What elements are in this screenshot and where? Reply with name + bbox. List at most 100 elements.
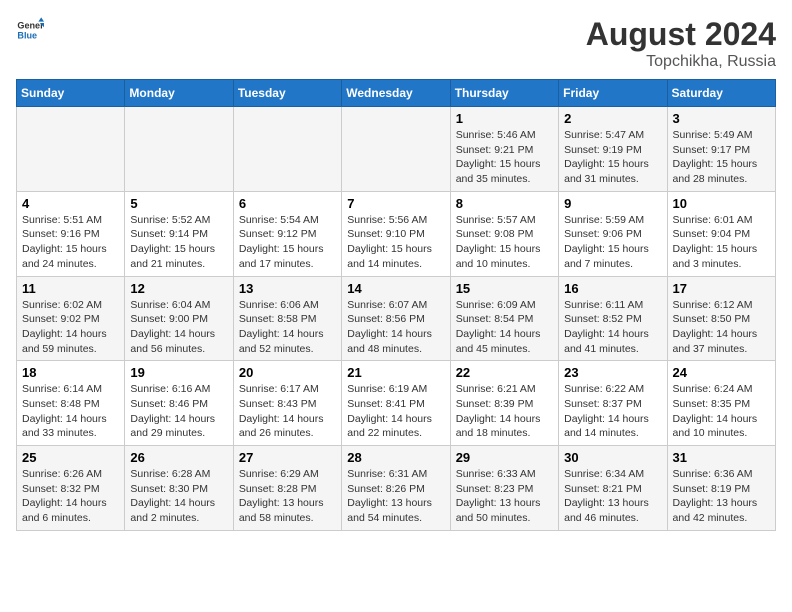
day-number: 30: [564, 450, 661, 465]
day-info: Sunrise: 5:59 AM Sunset: 9:06 PM Dayligh…: [564, 213, 661, 272]
table-row: [342, 107, 450, 192]
table-row: 28 Sunrise: 6:31 AM Sunset: 8:26 PM Dayli…: [342, 446, 450, 531]
page-header: General Blue August 2024 Topchikha, Russ…: [16, 16, 776, 71]
day-number: 26: [130, 450, 227, 465]
table-row: 4 Sunrise: 5:51 AM Sunset: 9:16 PM Daylig…: [17, 191, 125, 276]
day-number: 24: [673, 365, 770, 380]
table-row: 14Sunrise: 6:07 AM Sunset: 8:56 PM Dayli…: [342, 276, 450, 361]
day-info: Sunrise: 6:12 AM Sunset: 8:50 PM Dayligh…: [673, 298, 770, 357]
calendar-week-row: 4 Sunrise: 5:51 AM Sunset: 9:16 PM Daylig…: [17, 191, 776, 276]
day-number: 18: [22, 365, 119, 380]
table-row: 27 Sunrise: 6:29 AM Sunset: 8:28 PM Dayli…: [233, 446, 341, 531]
day-info: Sunrise: 6:22 AM Sunset: 8:37 PM Dayligh…: [564, 382, 661, 441]
day-number: 14: [347, 281, 444, 296]
table-row: 25 Sunrise: 6:26 AM Sunset: 8:32 PM Dayli…: [17, 446, 125, 531]
table-row: 3Sunrise: 5:49 AM Sunset: 9:17 PM Daylig…: [667, 107, 775, 192]
day-number: 21: [347, 365, 444, 380]
day-info: Sunrise: 6:34 AM Sunset: 8:21 PM Dayligh…: [564, 467, 661, 526]
day-info: Sunrise: 6:36 AM Sunset: 8:19 PM Dayligh…: [673, 467, 770, 526]
day-info: Sunrise: 6:06 AM Sunset: 8:58 PM Dayligh…: [239, 298, 336, 357]
table-row: 22Sunrise: 6:21 AM Sunset: 8:39 PM Dayli…: [450, 361, 558, 446]
table-row: 29 Sunrise: 6:33 AM Sunset: 8:23 PM Dayli…: [450, 446, 558, 531]
table-row: 11 Sunrise: 6:02 AM Sunset: 9:02 PM Dayli…: [17, 276, 125, 361]
day-info: Sunrise: 5:49 AM Sunset: 9:17 PM Dayligh…: [673, 128, 770, 187]
table-row: 13 Sunrise: 6:06 AM Sunset: 8:58 PM Dayli…: [233, 276, 341, 361]
day-info: Sunrise: 5:54 AM Sunset: 9:12 PM Dayligh…: [239, 213, 336, 272]
title-area: August 2024 Topchikha, Russia: [586, 16, 776, 71]
day-info: Sunrise: 6:09 AM Sunset: 8:54 PM Dayligh…: [456, 298, 553, 357]
day-info: Sunrise: 6:24 AM Sunset: 8:35 PM Dayligh…: [673, 382, 770, 441]
table-row: 15 Sunrise: 6:09 AM Sunset: 8:54 PM Dayli…: [450, 276, 558, 361]
day-number: 16: [564, 281, 661, 296]
day-number: 2: [564, 111, 661, 126]
day-info: Sunrise: 6:28 AM Sunset: 8:30 PM Dayligh…: [130, 467, 227, 526]
table-row: 21 Sunrise: 6:19 AM Sunset: 8:41 PM Dayli…: [342, 361, 450, 446]
day-info: Sunrise: 5:52 AM Sunset: 9:14 PM Dayligh…: [130, 213, 227, 272]
day-info: Sunrise: 6:29 AM Sunset: 8:28 PM Dayligh…: [239, 467, 336, 526]
day-number: 19: [130, 365, 227, 380]
calendar-week-row: 25 Sunrise: 6:26 AM Sunset: 8:32 PM Dayli…: [17, 446, 776, 531]
day-number: 23: [564, 365, 661, 380]
table-row: [125, 107, 233, 192]
day-number: 13: [239, 281, 336, 296]
day-number: 6: [239, 196, 336, 211]
calendar-week-row: 18Sunrise: 6:14 AM Sunset: 8:48 PM Dayli…: [17, 361, 776, 446]
day-number: 9: [564, 196, 661, 211]
col-wednesday: Wednesday: [342, 80, 450, 107]
day-number: 8: [456, 196, 553, 211]
day-info: Sunrise: 6:01 AM Sunset: 9:04 PM Dayligh…: [673, 213, 770, 272]
day-info: Sunrise: 6:17 AM Sunset: 8:43 PM Dayligh…: [239, 382, 336, 441]
table-row: 16Sunrise: 6:11 AM Sunset: 8:52 PM Dayli…: [559, 276, 667, 361]
table-row: 20 Sunrise: 6:17 AM Sunset: 8:43 PM Dayli…: [233, 361, 341, 446]
logo-icon: General Blue: [16, 16, 44, 44]
day-number: 10: [673, 196, 770, 211]
day-info: Sunrise: 6:26 AM Sunset: 8:32 PM Dayligh…: [22, 467, 119, 526]
col-saturday: Saturday: [667, 80, 775, 107]
table-row: 18Sunrise: 6:14 AM Sunset: 8:48 PM Dayli…: [17, 361, 125, 446]
col-tuesday: Tuesday: [233, 80, 341, 107]
col-thursday: Thursday: [450, 80, 558, 107]
table-row: 24 Sunrise: 6:24 AM Sunset: 8:35 PM Dayli…: [667, 361, 775, 446]
day-number: 27: [239, 450, 336, 465]
col-friday: Friday: [559, 80, 667, 107]
day-number: 17: [673, 281, 770, 296]
day-number: 1: [456, 111, 553, 126]
day-number: 25: [22, 450, 119, 465]
table-row: 2 Sunrise: 5:47 AM Sunset: 9:19 PM Daylig…: [559, 107, 667, 192]
table-row: 7 Sunrise: 5:56 AM Sunset: 9:10 PM Daylig…: [342, 191, 450, 276]
calendar-week-row: 1 Sunrise: 5:46 AM Sunset: 9:21 PM Daylig…: [17, 107, 776, 192]
table-row: 1 Sunrise: 5:46 AM Sunset: 9:21 PM Daylig…: [450, 107, 558, 192]
day-number: 15: [456, 281, 553, 296]
col-sunday: Sunday: [17, 80, 125, 107]
table-row: 5Sunrise: 5:52 AM Sunset: 9:14 PM Daylig…: [125, 191, 233, 276]
day-number: 28: [347, 450, 444, 465]
day-info: Sunrise: 5:46 AM Sunset: 9:21 PM Dayligh…: [456, 128, 553, 187]
day-number: 29: [456, 450, 553, 465]
day-info: Sunrise: 6:31 AM Sunset: 8:26 PM Dayligh…: [347, 467, 444, 526]
day-info: Sunrise: 6:19 AM Sunset: 8:41 PM Dayligh…: [347, 382, 444, 441]
day-info: Sunrise: 5:47 AM Sunset: 9:19 PM Dayligh…: [564, 128, 661, 187]
svg-text:Blue: Blue: [17, 30, 37, 40]
svg-text:General: General: [17, 21, 44, 31]
day-number: 7: [347, 196, 444, 211]
calendar-week-row: 11 Sunrise: 6:02 AM Sunset: 9:02 PM Dayli…: [17, 276, 776, 361]
day-number: 31: [673, 450, 770, 465]
day-info: Sunrise: 5:56 AM Sunset: 9:10 PM Dayligh…: [347, 213, 444, 272]
calendar-header-row: Sunday Monday Tuesday Wednesday Thursday…: [17, 80, 776, 107]
day-number: 20: [239, 365, 336, 380]
table-row: 23 Sunrise: 6:22 AM Sunset: 8:37 PM Dayli…: [559, 361, 667, 446]
day-info: Sunrise: 5:57 AM Sunset: 9:08 PM Dayligh…: [456, 213, 553, 272]
day-number: 12: [130, 281, 227, 296]
table-row: 9 Sunrise: 5:59 AM Sunset: 9:06 PM Daylig…: [559, 191, 667, 276]
table-row: 10 Sunrise: 6:01 AM Sunset: 9:04 PM Dayli…: [667, 191, 775, 276]
calendar-subtitle: Topchikha, Russia: [586, 53, 776, 71]
day-info: Sunrise: 6:02 AM Sunset: 9:02 PM Dayligh…: [22, 298, 119, 357]
day-number: 11: [22, 281, 119, 296]
day-info: Sunrise: 6:33 AM Sunset: 8:23 PM Dayligh…: [456, 467, 553, 526]
day-info: Sunrise: 5:51 AM Sunset: 9:16 PM Dayligh…: [22, 213, 119, 272]
col-monday: Monday: [125, 80, 233, 107]
day-number: 4: [22, 196, 119, 211]
table-row: 17 Sunrise: 6:12 AM Sunset: 8:50 PM Dayli…: [667, 276, 775, 361]
day-info: Sunrise: 6:21 AM Sunset: 8:39 PM Dayligh…: [456, 382, 553, 441]
table-row: [17, 107, 125, 192]
